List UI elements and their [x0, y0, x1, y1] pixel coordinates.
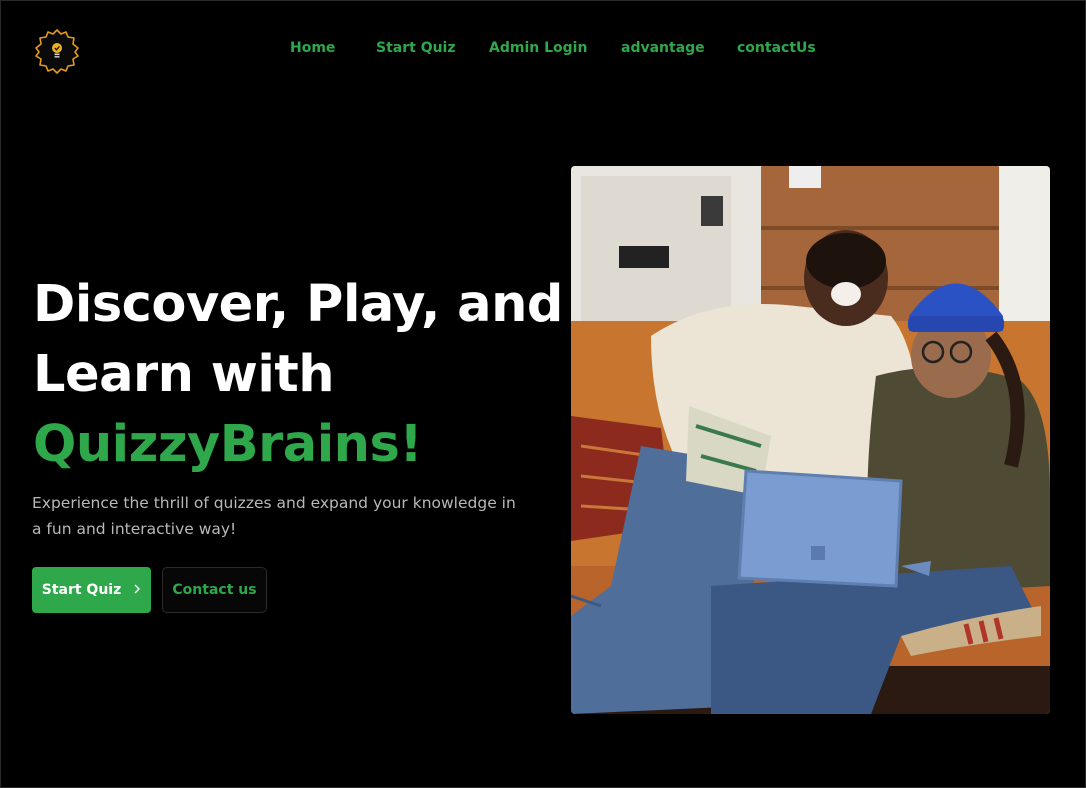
nav-start-quiz[interactable]: Start Quiz: [376, 40, 456, 56]
chevron-right-icon: [133, 582, 141, 598]
hero-title-line-2: Learn with: [33, 345, 335, 404]
hero-title-line-1: Discover, Play, and: [33, 275, 563, 334]
start-quiz-button[interactable]: Start Quiz: [32, 567, 151, 613]
hero-title-brand: QuizzyBrains!: [33, 415, 423, 474]
hero-title: Discover, Play, and Learn with QuizzyBra…: [33, 270, 563, 480]
hero-subtitle: Experience the thrill of quizzes and exp…: [32, 494, 516, 538]
start-quiz-button-label: Start Quiz: [41, 582, 122, 598]
main-nav: Home Start Quiz Admin Login advantage co…: [0, 40, 1086, 62]
contact-us-button-label: Contact us: [172, 582, 257, 598]
nav-contact-us[interactable]: contactUs: [737, 40, 816, 56]
hero-image: [571, 166, 1050, 714]
contact-us-button[interactable]: Contact us: [162, 567, 267, 613]
nav-advantage[interactable]: advantage: [621, 40, 705, 56]
nav-home[interactable]: Home: [290, 40, 335, 56]
nav-admin-login[interactable]: Admin Login: [489, 40, 587, 56]
